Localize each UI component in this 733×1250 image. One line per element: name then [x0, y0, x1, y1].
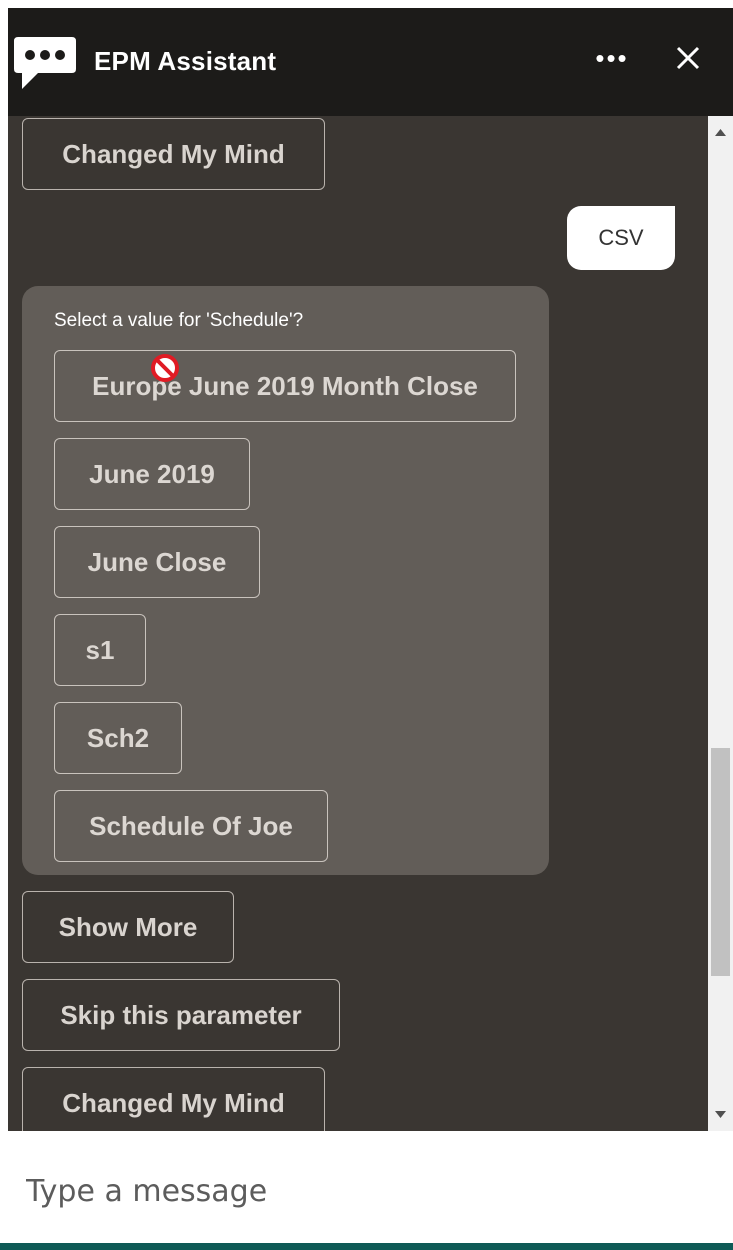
changed-my-mind-button[interactable]: Changed My Mind: [22, 118, 325, 190]
option-button[interactable]: Schedule Of Joe: [54, 790, 328, 862]
chat-bubble-icon: [14, 37, 76, 89]
option-button[interactable]: Europe June 2019 Month Close: [54, 350, 516, 422]
message-input[interactable]: [24, 1169, 708, 1213]
user-message-bubble: CSV: [567, 206, 675, 270]
changed-my-mind-button[interactable]: Changed My Mind: [22, 1067, 325, 1131]
scroll-up-arrow-icon[interactable]: [708, 122, 733, 142]
conversation-area: Changed My Mind CSV Select a value for '…: [8, 116, 708, 1131]
message-composer: [0, 1131, 733, 1243]
close-icon[interactable]: [668, 36, 708, 80]
option-button[interactable]: June Close: [54, 526, 260, 598]
more-icon[interactable]: •••: [588, 34, 636, 82]
option-button[interactable]: s1: [54, 614, 146, 686]
scroll-down-arrow-icon[interactable]: [708, 1105, 733, 1125]
option-button[interactable]: Sch2: [54, 702, 182, 774]
chat-widget: EPM Assistant ••• Changed My Mind CSV Se…: [0, 0, 733, 1250]
show-more-button[interactable]: Show More: [22, 891, 234, 963]
not-allowed-cursor-icon: [151, 354, 179, 382]
scrollbar-thumb[interactable]: [711, 748, 730, 976]
bot-prompt: Select a value for 'Schedule'?: [54, 310, 304, 331]
bot-message-card: Select a value for 'Schedule'? Europe Ju…: [22, 286, 549, 875]
header-title: EPM Assistant: [94, 46, 277, 76]
skip-parameter-button[interactable]: Skip this parameter: [22, 979, 340, 1051]
accent-bar: [0, 1243, 733, 1250]
header-bar: EPM Assistant •••: [8, 8, 733, 116]
scrollbar[interactable]: [708, 116, 733, 1131]
option-button[interactable]: June 2019: [54, 438, 250, 510]
